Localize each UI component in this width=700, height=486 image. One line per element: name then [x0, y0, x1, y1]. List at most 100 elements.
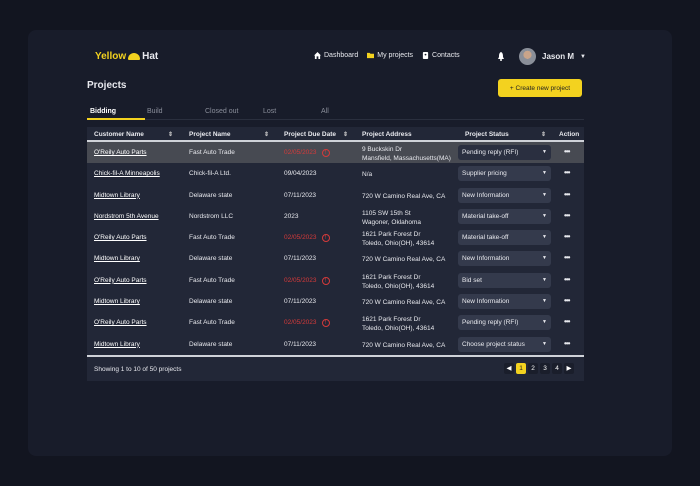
project-address: 1621 Park Forest Dr Toledo, Ohio(OH), 436…	[362, 231, 435, 248]
table-row[interactable]: Midtown Library Delaware state 07/11/202…	[87, 291, 584, 313]
tab-lost[interactable]: Lost	[263, 108, 276, 115]
customer-link[interactable]: Nordstrom 5th Avenue	[94, 213, 159, 220]
more-actions-icon[interactable]: •••	[564, 211, 570, 220]
status-select[interactable]: Pending reply (RFI) ▼	[458, 315, 551, 331]
chevron-down-icon: ▼	[580, 53, 586, 60]
customer-link[interactable]: Midtown Library	[94, 255, 140, 262]
due-date: 02/05/2023!	[284, 319, 330, 328]
page-button[interactable]: 2	[528, 362, 538, 374]
more-actions-icon[interactable]: •••	[564, 317, 570, 326]
customer-link[interactable]: Midtown Library	[94, 298, 140, 305]
chevron-down-icon: ▼	[542, 298, 547, 305]
more-actions-icon[interactable]: •••	[564, 275, 570, 284]
page-button[interactable]: 1	[516, 362, 526, 374]
customer-link[interactable]: O'Reily Auto Parts	[94, 319, 147, 326]
status-select[interactable]: Choose project status ▼	[458, 336, 551, 352]
nav-dashboard[interactable]: Dashboard	[314, 52, 358, 59]
project-name: Delaware state	[189, 298, 233, 306]
project-name: Fast Auto Trade	[189, 276, 235, 284]
more-actions-icon[interactable]: •••	[564, 232, 570, 241]
due-date: 09/04/2023	[284, 170, 317, 178]
pagination-info: Showing 1 to 10 of 50 projects	[94, 365, 182, 373]
table-header: Customer Name ⇕ Project Name ⇕ Project Due…	[87, 127, 584, 142]
table-row[interactable]: Midtown Library Delaware state 07/11/202…	[87, 248, 584, 270]
table-row[interactable]: O'Reily Auto Parts Fast Auto Trade 02/05…	[87, 312, 584, 334]
table-row[interactable]: O'Reily Auto Parts Fast Auto Trade 02/05…	[87, 142, 584, 164]
due-date: 02/05/2023!	[284, 234, 330, 243]
page-title: Projects	[87, 80, 127, 91]
project-name: Nordstrom LLC	[189, 212, 234, 220]
more-actions-icon[interactable]: •••	[564, 339, 570, 348]
chevron-down-icon: ▼	[542, 319, 547, 326]
next-page-button[interactable]: ▶	[564, 362, 574, 374]
project-name: Fast Auto Trade	[189, 149, 235, 156]
status-select[interactable]: Supplier pricing ▼	[458, 166, 551, 182]
tab-build[interactable]: Build	[147, 108, 163, 115]
sort-icon[interactable]: ⇕	[264, 131, 269, 138]
table-row[interactable]: Midtown Library Delaware state 07/11/202…	[87, 184, 584, 206]
more-actions-icon[interactable]: •••	[564, 253, 570, 262]
due-date: 2023	[284, 212, 299, 220]
more-actions-icon[interactable]: •••	[564, 147, 570, 156]
folder-icon	[367, 52, 375, 59]
customer-link[interactable]: Chick-fil-A Minneapolis	[94, 170, 160, 177]
status-select[interactable]: Bid set ▼	[458, 272, 551, 288]
project-address: 9 Buckskin Dr Mansfield, Massachusetts(MA…	[362, 146, 451, 162]
project-address: 720 W Camino Real Ave, CA	[362, 256, 446, 264]
tab-bidding[interactable]: Bidding	[90, 108, 116, 115]
chevron-down-icon: ▼	[542, 191, 547, 198]
table-row[interactable]: O'Reily Auto Parts Fast Auto Trade 02/05…	[87, 269, 584, 292]
tab-all[interactable]: All	[321, 108, 329, 115]
status-select[interactable]: New Information ▼	[458, 294, 551, 310]
nav-my-projects[interactable]: My projects	[367, 52, 413, 59]
customer-link[interactable]: O'Reily Auto Parts	[94, 234, 147, 241]
customer-link[interactable]: Midtown Library	[94, 341, 140, 348]
user-menu[interactable]: Jason M ▼	[497, 48, 586, 65]
tabs: Bidding Build Closed out Lost All	[87, 106, 584, 120]
status-select[interactable]: Material take-off ▼	[458, 208, 551, 224]
status-select[interactable]: Material take-off ▼	[458, 230, 551, 246]
customer-link[interactable]: Midtown Library	[94, 192, 140, 199]
sort-icon[interactable]: ⇕	[168, 131, 173, 138]
prev-page-button[interactable]: ◀	[504, 362, 514, 374]
project-address: 720 W Camino Real Ave, CA	[362, 341, 446, 349]
active-tab-indicator	[87, 118, 145, 120]
bell-icon[interactable]	[497, 52, 505, 61]
table-row[interactable]: Midtown Library Delaware state 07/11/202…	[87, 333, 584, 355]
more-actions-icon[interactable]: •••	[564, 296, 570, 305]
project-address: 720 W Camino Real Ave, CA	[362, 192, 446, 200]
warning-icon: !	[321, 149, 330, 157]
table-row[interactable]: O'Reily Auto Parts Fast Auto Trade 02/05…	[87, 227, 584, 249]
status-select[interactable]: New Information ▼	[458, 251, 551, 267]
due-date: 07/11/2023	[284, 340, 317, 348]
warning-icon: !	[321, 276, 330, 285]
table-footer: Showing 1 to 10 of 50 projects ◀ 1 2 3 4…	[87, 354, 584, 381]
sort-icon[interactable]: ⇕	[541, 131, 546, 138]
due-date: 07/11/2023	[284, 191, 317, 199]
nav-contacts[interactable]: Contacts	[422, 52, 460, 59]
table-row[interactable]: Chick-fil-A Minneapolis Chick-fil-A Ltd.…	[87, 163, 584, 185]
page-button[interactable]: 4	[552, 362, 562, 374]
col-project[interactable]: Project Name	[189, 131, 231, 138]
project-name: Fast Auto Trade	[189, 234, 235, 242]
create-project-button[interactable]: + Create new project	[498, 79, 582, 97]
more-actions-icon[interactable]: •••	[564, 190, 570, 199]
customer-link[interactable]: O'Reily Auto Parts	[94, 277, 147, 284]
col-status[interactable]: Project Status	[465, 131, 509, 138]
sort-icon[interactable]: ⇕	[343, 131, 348, 138]
status-select[interactable]: Pending reply (RFI) ▼	[458, 145, 551, 160]
chevron-down-icon: ▼	[542, 149, 547, 155]
more-actions-icon[interactable]: •••	[564, 168, 570, 177]
project-name: Delaware state	[189, 191, 233, 199]
table-row[interactable]: Nordstrom 5th Avenue Nordstrom LLC 2023 …	[87, 205, 584, 228]
col-customer[interactable]: Customer Name	[94, 131, 144, 138]
status-select[interactable]: New Information ▼	[458, 187, 551, 203]
col-due[interactable]: Project Due Date	[284, 131, 336, 138]
pagination: ◀ 1 2 3 4 ▶	[504, 362, 574, 374]
page-button[interactable]: 3	[540, 362, 550, 374]
customer-link[interactable]: O'Reily Auto Parts	[94, 149, 147, 156]
logo[interactable]: Yellow Hat	[95, 51, 158, 62]
chevron-down-icon: ▼	[542, 212, 547, 219]
tab-closed-out[interactable]: Closed out	[205, 108, 238, 115]
chevron-down-icon: ▼	[542, 340, 547, 347]
